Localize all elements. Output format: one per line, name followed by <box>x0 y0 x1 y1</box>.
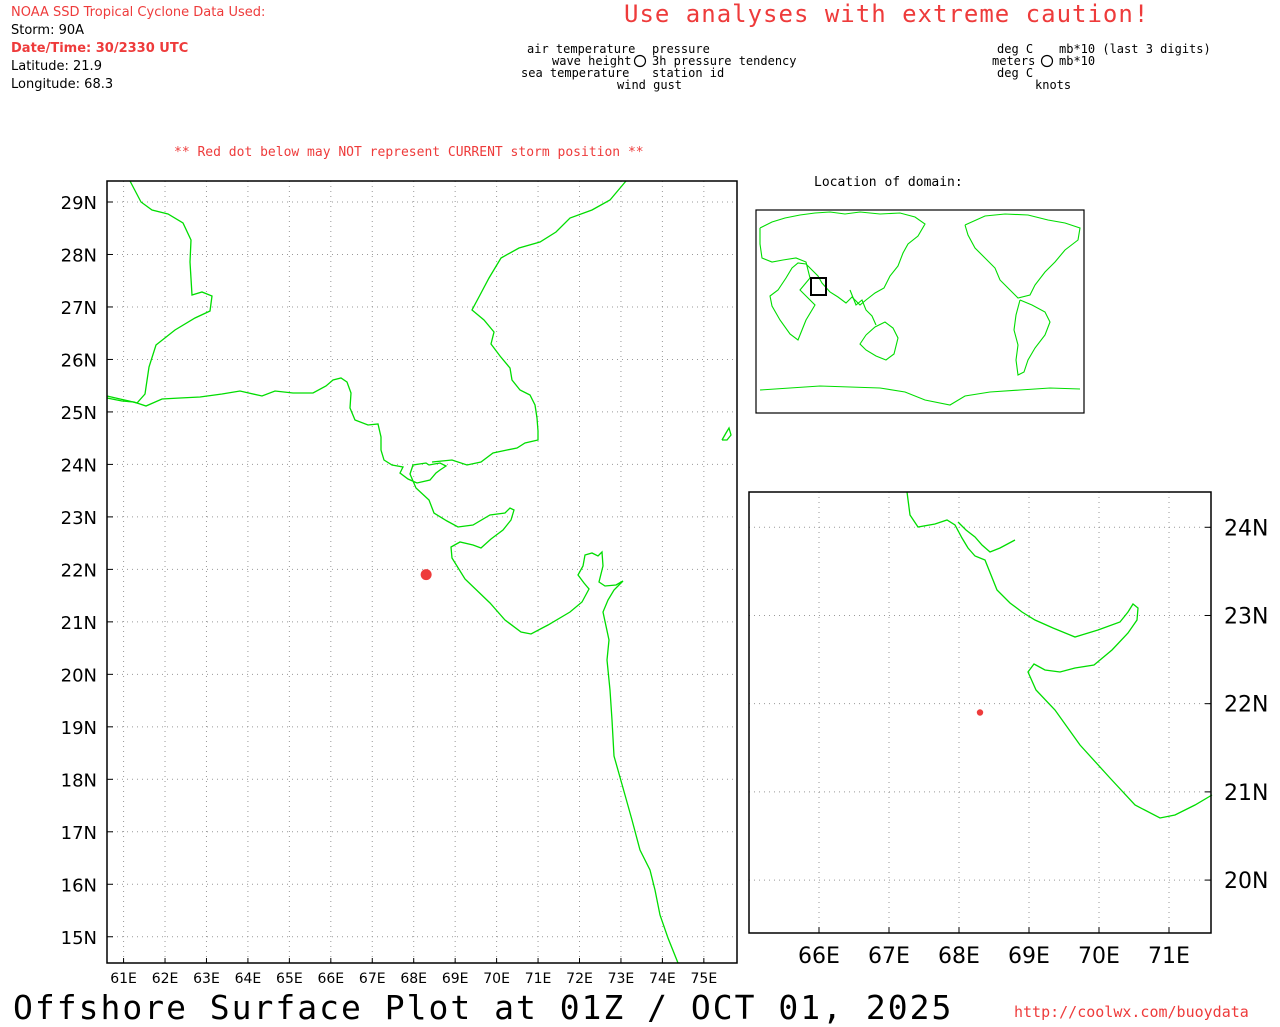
lon-tick-label: 67E <box>868 944 910 969</box>
lat-tick-label: 21N <box>1224 781 1268 806</box>
source-url[interactable]: http://coolwx.com/buoydata <box>1014 1003 1249 1021</box>
lon-tick-label: 68E <box>938 944 980 969</box>
zoom-map: 66E 67E 68E 69E 70E 71E 20N 21N 22N 23N 24N <box>748 491 1268 969</box>
lat-tick-label: 22N <box>1224 693 1268 718</box>
lon-tick-label: 71E <box>1148 944 1190 969</box>
storm-position-dot <box>976 709 984 716</box>
plot-title: Offshore Surface Plot at 01Z / OCT 01, 2… <box>13 988 954 1027</box>
zoom-map-coastline <box>906 491 1213 819</box>
lon-tick-label: 66E <box>798 944 840 969</box>
lat-tick-label: 20N <box>1224 869 1268 894</box>
lat-tick-label: 24N <box>1224 516 1268 541</box>
lat-tick-label: 23N <box>1224 604 1268 629</box>
lon-tick-label: 69E <box>1008 944 1050 969</box>
lon-tick-label: 70E <box>1078 944 1120 969</box>
